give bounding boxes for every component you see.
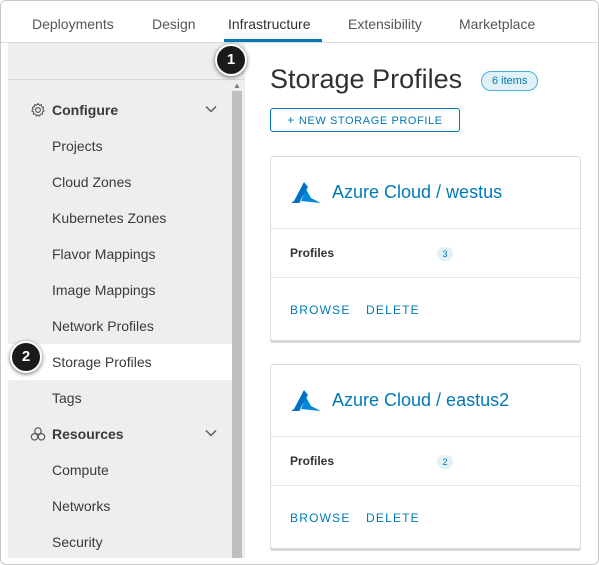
tab-deployments[interactable]: Deployments: [32, 16, 114, 32]
sidebar-item-cloud-zones[interactable]: Cloud Zones: [8, 164, 232, 200]
main-content: Storage Profiles 6 items + NEW STORAGE PR…: [246, 43, 598, 564]
profiles-count-badge: 3: [437, 247, 453, 261]
sidebar-item-label: Kubernetes Zones: [52, 210, 167, 226]
sidebar-collapse-bar[interactable]: [8, 43, 245, 80]
sidebar-item-tags[interactable]: Tags: [8, 380, 232, 416]
sidebar-item-storage-profiles[interactable]: Storage Profiles: [8, 344, 232, 380]
active-tab-indicator: [224, 39, 322, 42]
delete-button[interactable]: DELETE: [366, 511, 420, 525]
step-marker-2: 2: [10, 341, 42, 373]
sidebar-item-image-mappings[interactable]: Image Mappings: [8, 272, 232, 308]
sidebar-item-label: Storage Profiles: [52, 354, 152, 370]
section-resources[interactable]: Resources: [8, 416, 232, 452]
resources-icon: [30, 427, 46, 441]
azure-logo-icon: [291, 390, 321, 411]
sidebar-item-label: Image Mappings: [52, 282, 156, 298]
new-storage-profile-button[interactable]: + NEW STORAGE PROFILE: [270, 108, 460, 132]
sidebar-item-label: Networks: [52, 498, 111, 514]
sidebar-item-label: Compute: [52, 462, 109, 478]
chevron-down-icon[interactable]: [204, 102, 218, 116]
new-storage-profile-label: NEW STORAGE PROFILE: [298, 115, 443, 127]
card-body: Profiles 2: [271, 437, 580, 486]
sidebar-item-label: Network Profiles: [52, 318, 154, 334]
sidebar-item-label: Security: [52, 534, 103, 550]
tab-design[interactable]: Design: [152, 16, 196, 32]
profiles-count-badge: 2: [437, 455, 453, 469]
sidebar-item-label: Cloud Zones: [52, 174, 132, 190]
top-navigation: Deployments Design Infrastructure Extens…: [1, 1, 598, 43]
sidebar-item-kubernetes-zones[interactable]: Kubernetes Zones: [8, 200, 232, 236]
card-title-link[interactable]: Azure Cloud / westus: [332, 182, 502, 203]
step-marker-1: 1: [215, 44, 247, 76]
scroll-up-arrow-icon[interactable]: ▲: [232, 81, 242, 91]
gear-icon: [31, 102, 45, 117]
sidebar-item-label: Flavor Mappings: [52, 246, 156, 262]
sidebar-item-network-profiles[interactable]: Network Profiles: [8, 308, 232, 344]
section-configure-label: Configure: [52, 102, 119, 118]
sidebar-item-security[interactable]: Security: [8, 524, 232, 560]
sidebar-item-label: Projects: [52, 138, 103, 154]
sidebar: ▲ Configure Projects Cloud Zones Kuberne…: [8, 43, 245, 558]
profiles-label: Profiles: [290, 246, 335, 260]
sidebar-item-label: Tags: [52, 390, 82, 406]
sidebar-item-flavor-mappings[interactable]: Flavor Mappings: [8, 236, 232, 272]
section-resources-label: Resources: [52, 426, 124, 442]
tab-extensibility[interactable]: Extensibility: [348, 16, 422, 32]
card-header: Azure Cloud / eastus2: [271, 365, 580, 437]
azure-logo-icon: [291, 182, 321, 203]
app-window: Deployments Design Infrastructure Extens…: [0, 0, 599, 565]
plus-icon: +: [287, 113, 295, 127]
item-count-badge: 6 items: [481, 71, 539, 91]
tab-marketplace[interactable]: Marketplace: [459, 16, 535, 32]
browse-button[interactable]: BROWSE: [290, 511, 351, 525]
delete-button[interactable]: DELETE: [366, 303, 420, 317]
storage-profile-card: Azure Cloud / westus Profiles 3 BROWSE D…: [270, 156, 581, 341]
page-title: Storage Profiles: [270, 64, 463, 94]
sidebar-item-networks[interactable]: Networks: [8, 488, 232, 524]
card-body: Profiles 3: [271, 229, 580, 278]
browse-button[interactable]: BROWSE: [290, 303, 351, 317]
profiles-label: Profiles: [290, 454, 335, 468]
sidebar-scrollbar[interactable]: [232, 91, 242, 558]
card-header: Azure Cloud / westus: [271, 157, 580, 229]
section-configure[interactable]: Configure: [8, 92, 232, 128]
card-title-link[interactable]: Azure Cloud / eastus2: [332, 390, 509, 411]
tab-infrastructure[interactable]: Infrastructure: [228, 16, 310, 32]
storage-profile-card: Azure Cloud / eastus2 Profiles 2 BROWSE …: [270, 364, 581, 549]
sidebar-item-projects[interactable]: Projects: [8, 128, 232, 164]
chevron-down-icon[interactable]: [204, 426, 218, 440]
sidebar-item-compute[interactable]: Compute: [8, 452, 232, 488]
